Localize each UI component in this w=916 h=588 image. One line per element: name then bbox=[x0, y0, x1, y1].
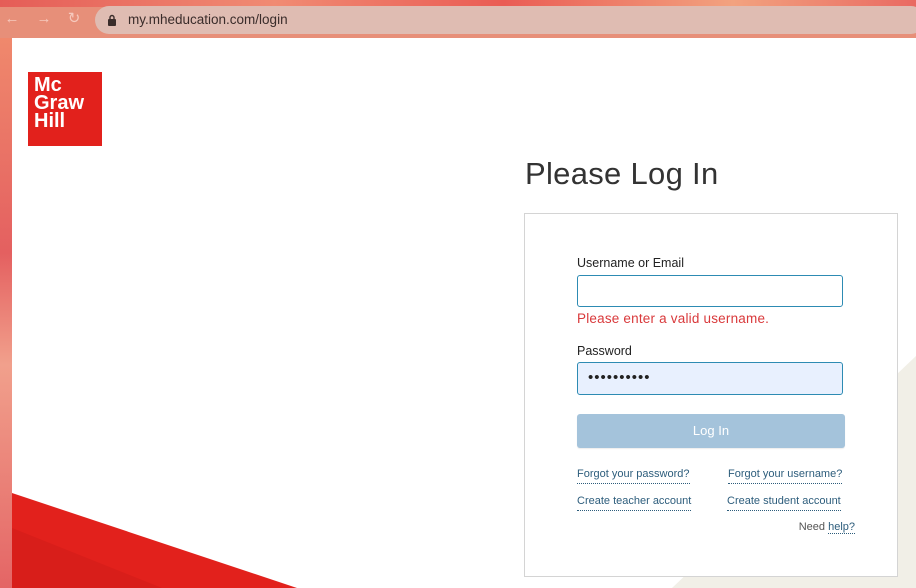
password-label: Password bbox=[577, 344, 632, 358]
create-student-account-link[interactable]: Create student account bbox=[727, 495, 841, 511]
back-arrow-icon[interactable]: ← bbox=[4, 11, 20, 27]
login-page: Mc Graw Hill Please Log In Username or E… bbox=[12, 38, 916, 588]
need-text: Need bbox=[798, 521, 826, 533]
login-button[interactable]: Log In bbox=[577, 414, 845, 448]
username-label: Username or Email bbox=[577, 256, 684, 270]
background-strip bbox=[0, 30, 12, 588]
login-card: Username or Email Please enter a valid u… bbox=[524, 213, 898, 577]
create-teacher-account-link[interactable]: Create teacher account bbox=[577, 495, 692, 511]
username-input[interactable] bbox=[577, 275, 843, 307]
mcgraw-hill-logo[interactable]: Mc Graw Hill bbox=[28, 72, 102, 146]
url-text: my.mheducation.com/login bbox=[128, 12, 288, 27]
reload-icon[interactable]: ↻ bbox=[66, 11, 82, 27]
forward-arrow-icon[interactable]: → bbox=[36, 11, 52, 27]
forgot-password-link[interactable]: Forgot your password? bbox=[577, 468, 690, 484]
need-help-line: Need help? bbox=[798, 521, 855, 534]
lock-icon bbox=[108, 14, 116, 26]
logo-line-3: Hill bbox=[34, 110, 66, 132]
address-bar[interactable]: my.mheducation.com/login bbox=[95, 6, 916, 34]
password-input[interactable]: •••••••••• bbox=[577, 362, 843, 395]
browser-toolbar: ← → ↻ my.mheducation.com/login bbox=[0, 0, 916, 38]
help-link[interactable]: help? bbox=[828, 521, 855, 534]
forgot-username-link[interactable]: Forgot your username? bbox=[728, 468, 843, 484]
username-error: Please enter a valid username. bbox=[577, 311, 770, 326]
page-title: Please Log In bbox=[525, 156, 719, 191]
